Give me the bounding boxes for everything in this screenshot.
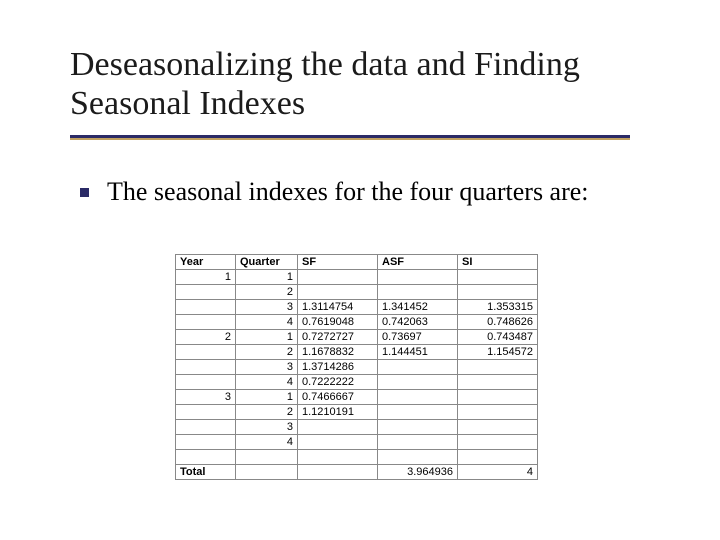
cell-sf (298, 285, 378, 300)
cell-year (176, 315, 236, 330)
cell-quarter: 3 (236, 420, 298, 435)
total-si: 4 (458, 465, 538, 480)
total-sf (298, 465, 378, 480)
cell-quarter: 4 (236, 435, 298, 450)
cell-sf: 0.7222222 (298, 375, 378, 390)
table-header-row: Year Quarter SF ASF SI (176, 255, 538, 270)
table-row: 21.1210191 (176, 405, 538, 420)
cell-year (176, 345, 236, 360)
table-row: 210.72727270.736970.743487 (176, 330, 538, 345)
cell-si (458, 270, 538, 285)
table-row: 40.7222222 (176, 375, 538, 390)
table-row: 31.31147541.3414521.353315 (176, 300, 538, 315)
cell-quarter: 4 (236, 315, 298, 330)
table-row: 40.76190480.7420630.748626 (176, 315, 538, 330)
cell-quarter: 2 (236, 405, 298, 420)
cell-sf: 1.3114754 (298, 300, 378, 315)
cell-year (176, 375, 236, 390)
cell-si (458, 420, 538, 435)
cell-quarter: 3 (236, 360, 298, 375)
cell-asf (378, 375, 458, 390)
cell-asf (378, 420, 458, 435)
cell-sf (298, 420, 378, 435)
cell-asf (378, 270, 458, 285)
title-underline-accent (70, 138, 630, 140)
cell-asf (378, 285, 458, 300)
total-quarter (236, 465, 298, 480)
cell-sf: 0.7272727 (298, 330, 378, 345)
cell-asf: 1.144451 (378, 345, 458, 360)
cell-si (458, 405, 538, 420)
cell-asf: 1.341452 (378, 300, 458, 315)
cell-si (458, 450, 538, 465)
cell-quarter: 1 (236, 330, 298, 345)
table-row: 3 (176, 420, 538, 435)
cell-si: 1.353315 (458, 300, 538, 315)
cell-year (176, 360, 236, 375)
table-row: 310.7466667 (176, 390, 538, 405)
cell-year (176, 285, 236, 300)
cell-year (176, 420, 236, 435)
header-sf: SF (298, 255, 378, 270)
cell-sf: 1.1678832 (298, 345, 378, 360)
cell-si: 0.748626 (458, 315, 538, 330)
cell-si: 1.154572 (458, 345, 538, 360)
cell-year (176, 450, 236, 465)
cell-asf (378, 360, 458, 375)
table-row (176, 450, 538, 465)
cell-quarter: 1 (236, 390, 298, 405)
cell-year: 3 (176, 390, 236, 405)
cell-asf: 0.73697 (378, 330, 458, 345)
table-total-row: Total 3.964936 4 (176, 465, 538, 480)
cell-sf (298, 270, 378, 285)
data-table: Year Quarter SF ASF SI 11231.31147541.34… (175, 254, 538, 480)
total-label: Total (176, 465, 236, 480)
cell-quarter: 3 (236, 300, 298, 315)
table-row: 31.3714286 (176, 360, 538, 375)
bullet-item: The seasonal indexes for the four quarte… (80, 176, 640, 209)
table-row: 4 (176, 435, 538, 450)
cell-asf (378, 450, 458, 465)
cell-quarter (236, 450, 298, 465)
bullet-text: The seasonal indexes for the four quarte… (107, 176, 589, 209)
cell-sf (298, 450, 378, 465)
cell-sf: 0.7619048 (298, 315, 378, 330)
cell-si (458, 360, 538, 375)
cell-asf (378, 405, 458, 420)
cell-year: 2 (176, 330, 236, 345)
slide-title: Deseasonalizing the data and Finding Sea… (70, 45, 650, 123)
cell-year (176, 405, 236, 420)
table-row: 11 (176, 270, 538, 285)
cell-quarter: 4 (236, 375, 298, 390)
cell-quarter: 2 (236, 345, 298, 360)
cell-si (458, 375, 538, 390)
table-row: 2 (176, 285, 538, 300)
table-body: 11231.31147541.3414521.35331540.76190480… (176, 270, 538, 465)
total-asf: 3.964936 (378, 465, 458, 480)
cell-asf (378, 390, 458, 405)
cell-year (176, 300, 236, 315)
cell-si (458, 435, 538, 450)
header-quarter: Quarter (236, 255, 298, 270)
cell-quarter: 2 (236, 285, 298, 300)
cell-asf (378, 435, 458, 450)
cell-year (176, 435, 236, 450)
header-year: Year (176, 255, 236, 270)
slide: Deseasonalizing the data and Finding Sea… (0, 0, 720, 540)
header-asf: ASF (378, 255, 458, 270)
cell-si: 0.743487 (458, 330, 538, 345)
table-row: 21.16788321.1444511.154572 (176, 345, 538, 360)
cell-quarter: 1 (236, 270, 298, 285)
cell-sf: 1.1210191 (298, 405, 378, 420)
seasonal-index-table: Year Quarter SF ASF SI 11231.31147541.34… (175, 254, 538, 480)
cell-sf (298, 435, 378, 450)
cell-si (458, 390, 538, 405)
cell-sf: 0.7466667 (298, 390, 378, 405)
cell-sf: 1.3714286 (298, 360, 378, 375)
bullet-square-icon (80, 188, 89, 197)
cell-year: 1 (176, 270, 236, 285)
header-si: SI (458, 255, 538, 270)
cell-asf: 0.742063 (378, 315, 458, 330)
cell-si (458, 285, 538, 300)
